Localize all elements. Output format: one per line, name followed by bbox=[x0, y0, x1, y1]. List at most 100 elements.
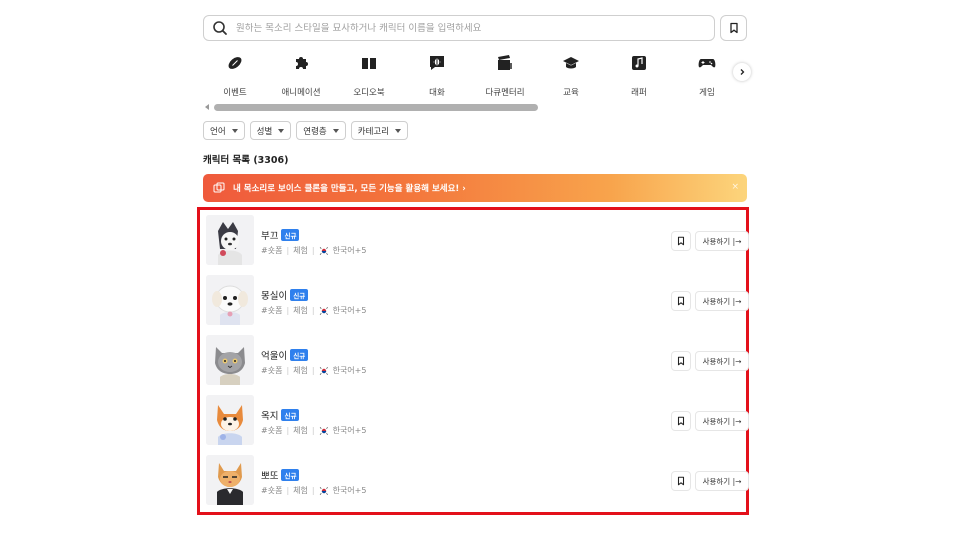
avatar bbox=[206, 395, 254, 445]
category-rapper[interactable]: 래퍼 bbox=[607, 52, 671, 98]
category-label: 교육 bbox=[563, 88, 579, 98]
category-conversation[interactable]: 대화 bbox=[405, 52, 469, 98]
search-input[interactable] bbox=[236, 22, 706, 34]
new-badge: 신규 bbox=[281, 409, 300, 421]
tag: #숏폼 bbox=[261, 366, 283, 375]
bookmark-icon bbox=[677, 476, 685, 486]
voice-clone-banner[interactable]: 내 목소리로 보이스 클론을 만들고, 모든 기능을 활용해 보세요! › × bbox=[203, 174, 747, 202]
korea-flag-icon bbox=[318, 485, 329, 496]
character-row[interactable]: 억울이 신규 #숏폼 | 체험 | 한국어+5 사용하기 |→ bbox=[204, 332, 749, 388]
bookmark-button[interactable] bbox=[671, 231, 691, 251]
bookmark-icon bbox=[729, 22, 738, 34]
character-row[interactable]: 부끄 신규 #숏폼 | 체험 | 한국어+5 사용하기 |→ bbox=[204, 212, 749, 268]
music-note-icon bbox=[632, 56, 646, 70]
close-icon[interactable]: × bbox=[731, 182, 739, 192]
bookmark-button[interactable] bbox=[671, 351, 691, 371]
bookmark-button[interactable] bbox=[671, 411, 691, 431]
category-event[interactable]: 이벤트 bbox=[203, 52, 267, 98]
filter-label: 카테고리 bbox=[357, 126, 390, 137]
list-title: 캐릭터 목록 (3306) bbox=[203, 155, 289, 166]
use-button[interactable]: 사용하기 |→ bbox=[695, 471, 749, 491]
caret-down-icon bbox=[395, 128, 402, 133]
languages: 한국어+5 bbox=[332, 246, 367, 255]
bookmark-button[interactable] bbox=[671, 471, 691, 491]
korea-flag-icon bbox=[318, 365, 329, 376]
new-badge: 신규 bbox=[290, 349, 309, 361]
type: 체험 bbox=[293, 246, 308, 255]
korea-flag-icon bbox=[318, 425, 329, 436]
filter-label: 성별 bbox=[256, 126, 273, 137]
avatar bbox=[206, 275, 254, 325]
tag: #숏폼 bbox=[261, 306, 283, 315]
type: 체험 bbox=[293, 426, 308, 435]
tag: #숏폼 bbox=[261, 426, 283, 435]
type: 체험 bbox=[293, 366, 308, 375]
bookmark-icon bbox=[677, 296, 685, 306]
character-row[interactable]: 옥지 신규 #숏폼 | 체험 | 한국어+5 사용하기 |→ bbox=[204, 392, 749, 448]
character-name: 몽실이 bbox=[261, 291, 288, 302]
use-button[interactable]: 사용하기 |→ bbox=[695, 231, 749, 251]
new-badge: 신규 bbox=[290, 289, 309, 301]
tag: #숏폼 bbox=[261, 486, 283, 495]
character-name: 옥지 bbox=[261, 411, 279, 422]
saved-bookmarks-button[interactable] bbox=[720, 15, 747, 41]
bookmark-icon bbox=[677, 236, 685, 246]
character-name: 억울이 bbox=[261, 351, 288, 362]
banner-text: 내 목소리로 보이스 클론을 만들고, 모든 기능을 활용해 보세요! › bbox=[233, 184, 466, 194]
category-label: 대화 bbox=[429, 88, 445, 98]
category-label: 게임 bbox=[699, 88, 715, 98]
character-tags: #숏폼 | 체험 | 한국어+5 bbox=[261, 305, 367, 316]
use-button[interactable]: 사용하기 |→ bbox=[695, 411, 749, 431]
filter-category[interactable]: 카테고리 bbox=[350, 121, 409, 140]
caret-down-icon bbox=[231, 128, 238, 133]
clone-icon bbox=[213, 182, 225, 193]
korea-flag-icon bbox=[318, 305, 329, 316]
avatar bbox=[206, 455, 254, 505]
character-row[interactable]: 뽀또 신규 #숏폼 | 체험 | 한국어+5 사용하기 |→ bbox=[204, 452, 749, 508]
filter-label: 언어 bbox=[210, 126, 226, 137]
character-name: 뽀또 bbox=[261, 471, 279, 482]
category-label: 다큐멘터리 bbox=[485, 88, 525, 98]
bookmark-icon bbox=[677, 416, 685, 426]
category-education[interactable]: 교육 bbox=[539, 52, 603, 98]
search-bar[interactable] bbox=[203, 15, 715, 41]
gamepad-icon bbox=[698, 59, 716, 68]
character-tags: #숏폼 | 체험 | 한국어+5 bbox=[261, 245, 367, 256]
scroll-left-arrow[interactable] bbox=[205, 104, 209, 110]
filter-gender[interactable]: 성별 bbox=[249, 121, 292, 140]
graduation-cap-icon bbox=[563, 57, 579, 69]
chevron-right-icon bbox=[740, 69, 745, 75]
football-icon bbox=[228, 57, 242, 69]
korea-flag-icon bbox=[318, 245, 329, 256]
caret-down-icon bbox=[278, 128, 285, 133]
category-documentary[interactable]: 다큐멘터리 bbox=[473, 52, 537, 98]
filter-age[interactable]: 연령층 bbox=[296, 121, 346, 140]
character-tags: #숏폼 | 체험 | 한국어+5 bbox=[261, 425, 367, 436]
category-next-button[interactable] bbox=[733, 63, 751, 81]
scrollbar-thumb[interactable] bbox=[214, 104, 538, 111]
character-list: 부끄 신규 #숏폼 | 체험 | 한국어+5 사용하기 |→ 몽실이 신규 #숏폼 | 체… bbox=[197, 207, 749, 515]
category-label: 애니메이션 bbox=[281, 88, 321, 98]
category-audiobook[interactable]: 오디오북 bbox=[337, 52, 401, 98]
languages: 한국어+5 bbox=[332, 426, 367, 435]
filter-bar: 언어 성별 연령층 카테고리 bbox=[203, 121, 409, 140]
filter-language[interactable]: 언어 bbox=[203, 121, 245, 140]
search-icon bbox=[213, 21, 227, 35]
clapperboard-icon bbox=[498, 55, 512, 70]
use-button[interactable]: 사용하기 |→ bbox=[695, 291, 749, 311]
character-row[interactable]: 몽실이 신규 #숏폼 | 체험 | 한국어+5 사용하기 |→ bbox=[204, 272, 749, 328]
use-button[interactable]: 사용하기 |→ bbox=[695, 351, 749, 371]
category-bar: 이벤트 애니메이션 오디오북 대화 다큐멘터리 교육 래퍼 게임 bbox=[203, 52, 733, 98]
avatar bbox=[206, 335, 254, 385]
character-tags: #숏폼 | 체험 | 한국어+5 bbox=[261, 365, 367, 376]
category-animation[interactable]: 애니메이션 bbox=[269, 52, 333, 98]
avatar bbox=[206, 215, 254, 265]
category-game[interactable]: 게임 bbox=[675, 52, 739, 98]
new-badge: 신규 bbox=[281, 229, 300, 241]
languages: 한국어+5 bbox=[332, 366, 367, 375]
category-label: 오디오북 bbox=[353, 88, 385, 98]
bookmark-icon bbox=[677, 356, 685, 366]
character-tags: #숏폼 | 체험 | 한국어+5 bbox=[261, 485, 367, 496]
bookmark-button[interactable] bbox=[671, 291, 691, 311]
book-icon bbox=[362, 58, 376, 69]
